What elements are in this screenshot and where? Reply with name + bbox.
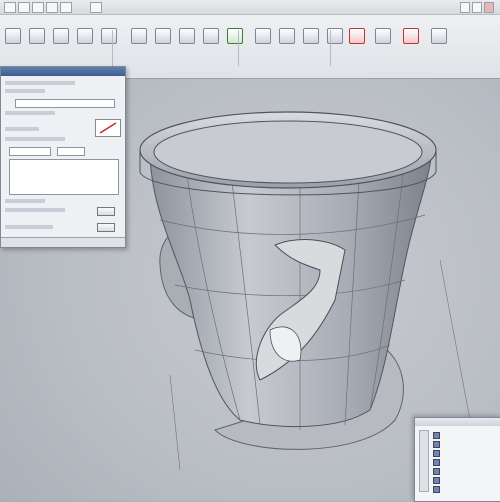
property-manager-panel: [0, 66, 126, 248]
panel-text-line: [5, 199, 45, 203]
panel-text-line: [5, 111, 55, 115]
ok-button[interactable]: [97, 207, 115, 216]
feature-manager-tree: [414, 417, 500, 502]
panel-footer: [1, 237, 125, 247]
cancel-button[interactable]: [97, 223, 115, 232]
panel-text-line: [5, 127, 39, 131]
feature-icon: [433, 468, 440, 475]
panel-text-line: [5, 89, 45, 93]
feature-icon: [433, 486, 440, 493]
tree-tool-strip[interactable]: [419, 430, 429, 492]
feature-icon: [433, 477, 440, 484]
panel-text-line: [5, 225, 53, 229]
option-field-1[interactable]: [9, 147, 51, 156]
panel-text-line: [5, 208, 65, 212]
panel-text-line: [5, 81, 75, 85]
model-opening: [153, 120, 423, 184]
feature-icon: [433, 441, 440, 448]
feature-icon: [433, 450, 440, 457]
selection-box[interactable]: [95, 119, 121, 137]
panel-title: [1, 67, 125, 76]
feature-tree-title: [415, 418, 500, 426]
parameter-list[interactable]: [9, 159, 119, 195]
panel-text-line: [5, 137, 65, 141]
option-field-2[interactable]: [57, 147, 85, 156]
feature-icon: [433, 459, 440, 466]
parameter-field[interactable]: [15, 99, 115, 108]
feature-icon: [433, 432, 440, 439]
